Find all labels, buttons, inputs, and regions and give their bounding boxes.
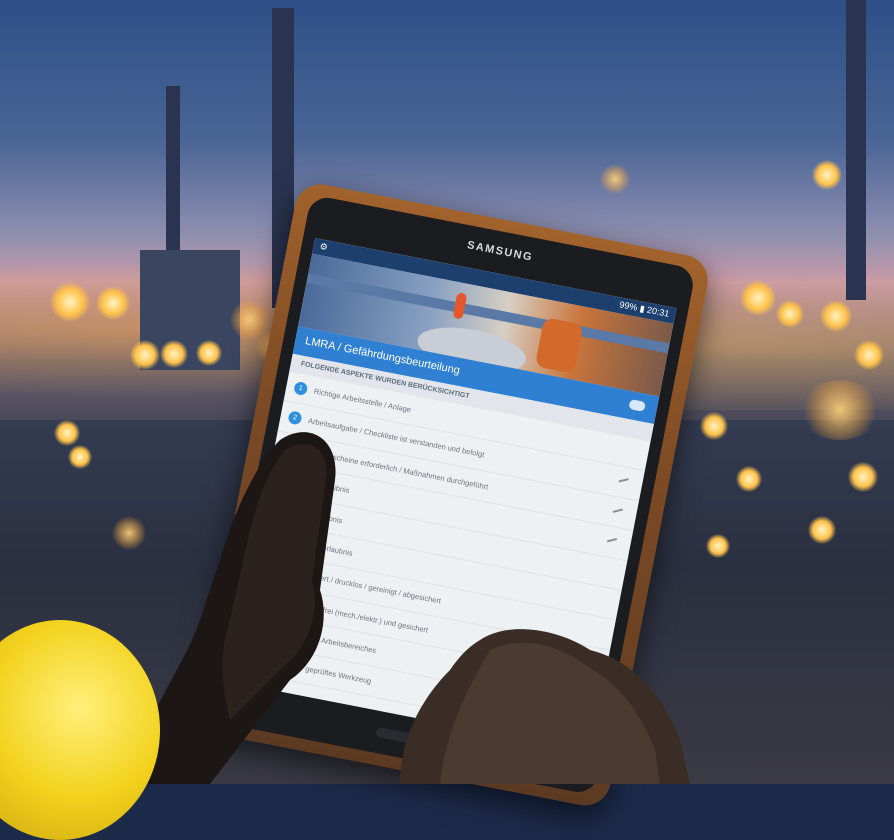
bokeh-light <box>776 300 804 328</box>
pencil-icon[interactable] <box>606 538 618 543</box>
battery-level: 99% <box>618 299 639 313</box>
right-glove <box>400 629 690 784</box>
wifi-icon: ⚙ <box>318 241 329 253</box>
bokeh-light <box>68 445 92 469</box>
bokeh-light <box>50 282 90 322</box>
pencil-icon[interactable] <box>618 478 629 483</box>
bokeh-light <box>736 466 762 492</box>
bokeh-light <box>96 286 130 320</box>
bokeh-light <box>130 340 160 370</box>
bokeh-light <box>706 534 730 558</box>
bokeh-light <box>848 462 878 492</box>
pencil-icon[interactable] <box>612 508 623 513</box>
left-glove <box>130 432 336 784</box>
clock: 20:31 <box>646 304 671 319</box>
battery-icon: ▮ <box>638 303 646 315</box>
bokeh-light <box>54 420 80 446</box>
item-number-badge: 1 <box>293 380 309 397</box>
bokeh-light <box>196 340 222 366</box>
bokeh-light <box>160 340 188 368</box>
bokeh-light <box>808 516 836 544</box>
bokeh-light <box>600 164 630 194</box>
cloud-icon[interactable] <box>628 399 646 412</box>
bokeh-light <box>854 340 884 370</box>
bokeh-light <box>820 300 852 332</box>
bokeh-light <box>740 280 776 316</box>
chimney-stack <box>846 0 866 300</box>
bokeh-light <box>812 160 842 190</box>
bokeh-light <box>700 412 728 440</box>
bokeh-light <box>800 380 880 440</box>
